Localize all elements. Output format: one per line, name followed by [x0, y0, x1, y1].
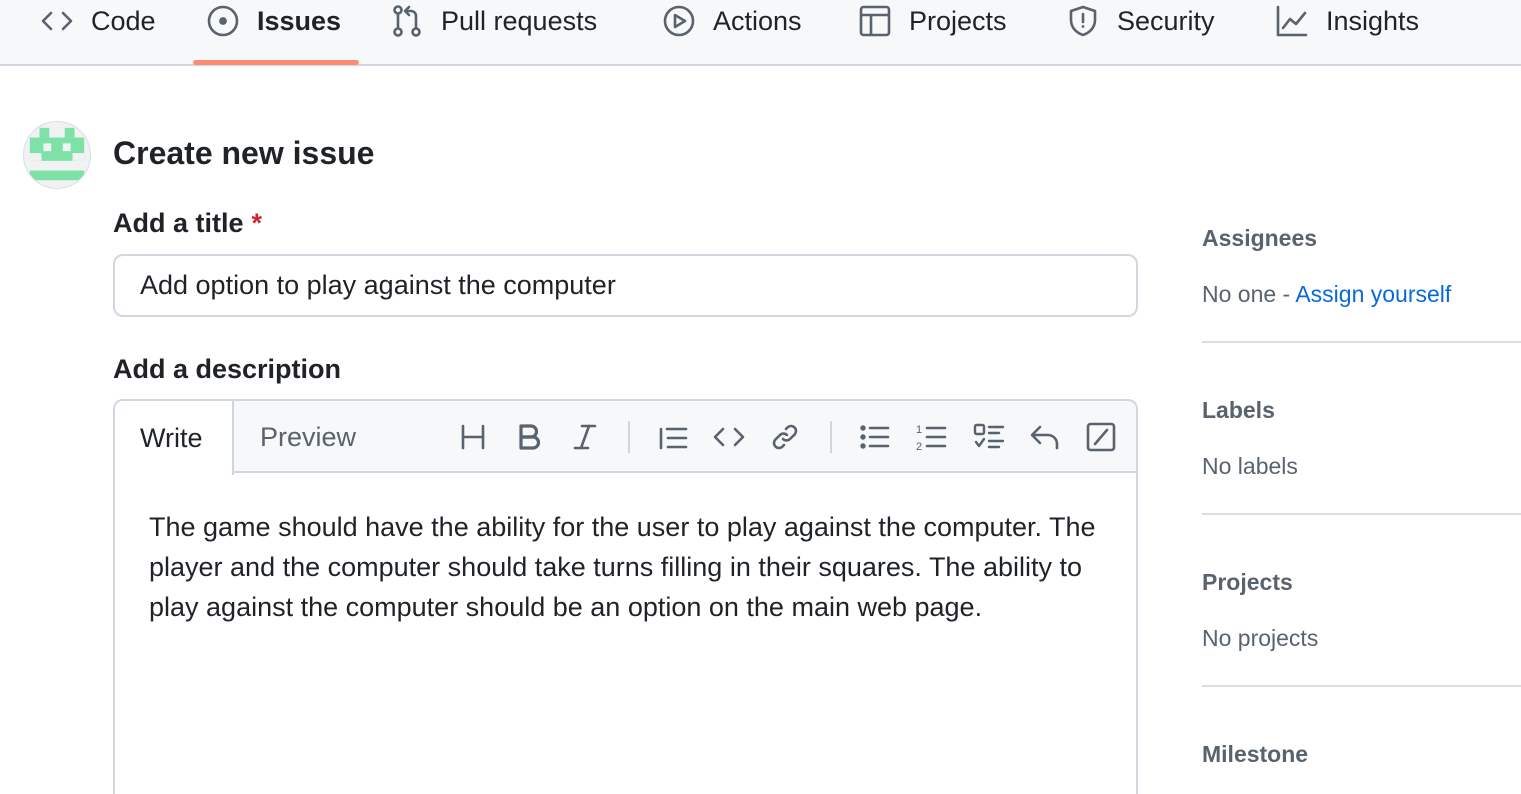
title-label-text: Add a title — [113, 208, 244, 238]
tab-code[interactable]: Code — [40, 0, 156, 42]
assign-yourself-link[interactable]: Assign yourself — [1295, 281, 1451, 307]
avatar[interactable] — [23, 121, 91, 189]
assignees-heading[interactable]: Assignees — [1202, 225, 1317, 252]
toolbar-divider — [830, 421, 832, 453]
git-pull-request-icon — [390, 4, 424, 38]
projects-heading[interactable]: Projects — [1202, 569, 1293, 596]
sidebar-divider — [1202, 341, 1521, 343]
new-issue-page: Code Issues Pull requests Actions Projec — [0, 0, 1521, 794]
tab-insights-label: Insights — [1326, 5, 1420, 36]
milestone-heading[interactable]: Milestone — [1202, 741, 1308, 768]
tab-pull-requests-label: Pull requests — [441, 5, 598, 36]
tab-pull-requests[interactable]: Pull requests — [390, 0, 597, 42]
repo-nav: Code Issues Pull requests Actions Projec — [0, 0, 1521, 66]
bold-icon[interactable] — [511, 419, 547, 455]
tab-security[interactable]: Security — [1066, 0, 1215, 42]
tab-insights[interactable]: Insights — [1275, 0, 1419, 42]
heading-icon[interactable] — [455, 419, 491, 455]
italic-icon[interactable] — [567, 419, 603, 455]
editor-header: Write Preview 1 2 — [115, 401, 1136, 475]
page-title: Create new issue — [113, 135, 375, 171]
slash-command-icon[interactable] — [1083, 419, 1119, 455]
assignees-value: No one - Assign yourself — [1202, 281, 1451, 308]
code-icon — [40, 4, 74, 38]
tab-security-label: Security — [1117, 5, 1215, 36]
tab-code-label: Code — [91, 5, 156, 36]
description-textarea[interactable]: The game should have the ability for the… — [149, 507, 1109, 627]
svg-text:1: 1 — [916, 424, 922, 436]
description-editor: Write Preview 1 2 The game should have t… — [113, 399, 1138, 794]
unordered-list-icon[interactable] — [857, 419, 893, 455]
sidebar-divider — [1202, 685, 1521, 687]
tab-write[interactable]: Write — [115, 401, 234, 475]
projects-value: No projects — [1202, 625, 1319, 651]
labels-heading[interactable]: Labels — [1202, 397, 1275, 424]
tab-actions-label: Actions — [713, 5, 802, 36]
selected-tab-underline — [193, 60, 359, 65]
graph-icon — [1275, 4, 1309, 38]
ordered-list-icon[interactable]: 12 — [913, 419, 949, 455]
tab-actions[interactable]: Actions — [662, 0, 802, 42]
description-label: Add a description — [113, 354, 342, 384]
tab-issues-label: Issues — [257, 5, 342, 36]
code-icon[interactable] — [711, 419, 747, 455]
tab-preview[interactable]: Preview — [260, 401, 356, 473]
assignees-empty-text: No one - — [1202, 281, 1296, 307]
toolbar-divider — [628, 421, 630, 453]
link-icon[interactable] — [767, 419, 803, 455]
table-icon — [858, 4, 892, 38]
quote-icon[interactable] — [655, 419, 691, 455]
shield-icon — [1066, 4, 1100, 38]
identicon-icon — [29, 127, 85, 181]
title-input[interactable] — [113, 254, 1138, 317]
required-mark: * — [251, 208, 263, 238]
tab-projects-label: Projects — [909, 5, 1007, 36]
reply-icon[interactable] — [1027, 419, 1063, 455]
task-list-icon[interactable] — [971, 419, 1007, 455]
title-label: Add a title * — [113, 208, 262, 239]
labels-value: No labels — [1202, 453, 1298, 479]
sidebar-divider — [1202, 513, 1521, 515]
play-icon — [662, 4, 696, 38]
svg-text:2: 2 — [916, 441, 922, 453]
tab-projects[interactable]: Projects — [858, 0, 1007, 42]
tab-issues[interactable]: Issues — [206, 0, 341, 42]
issue-opened-icon — [206, 4, 240, 38]
